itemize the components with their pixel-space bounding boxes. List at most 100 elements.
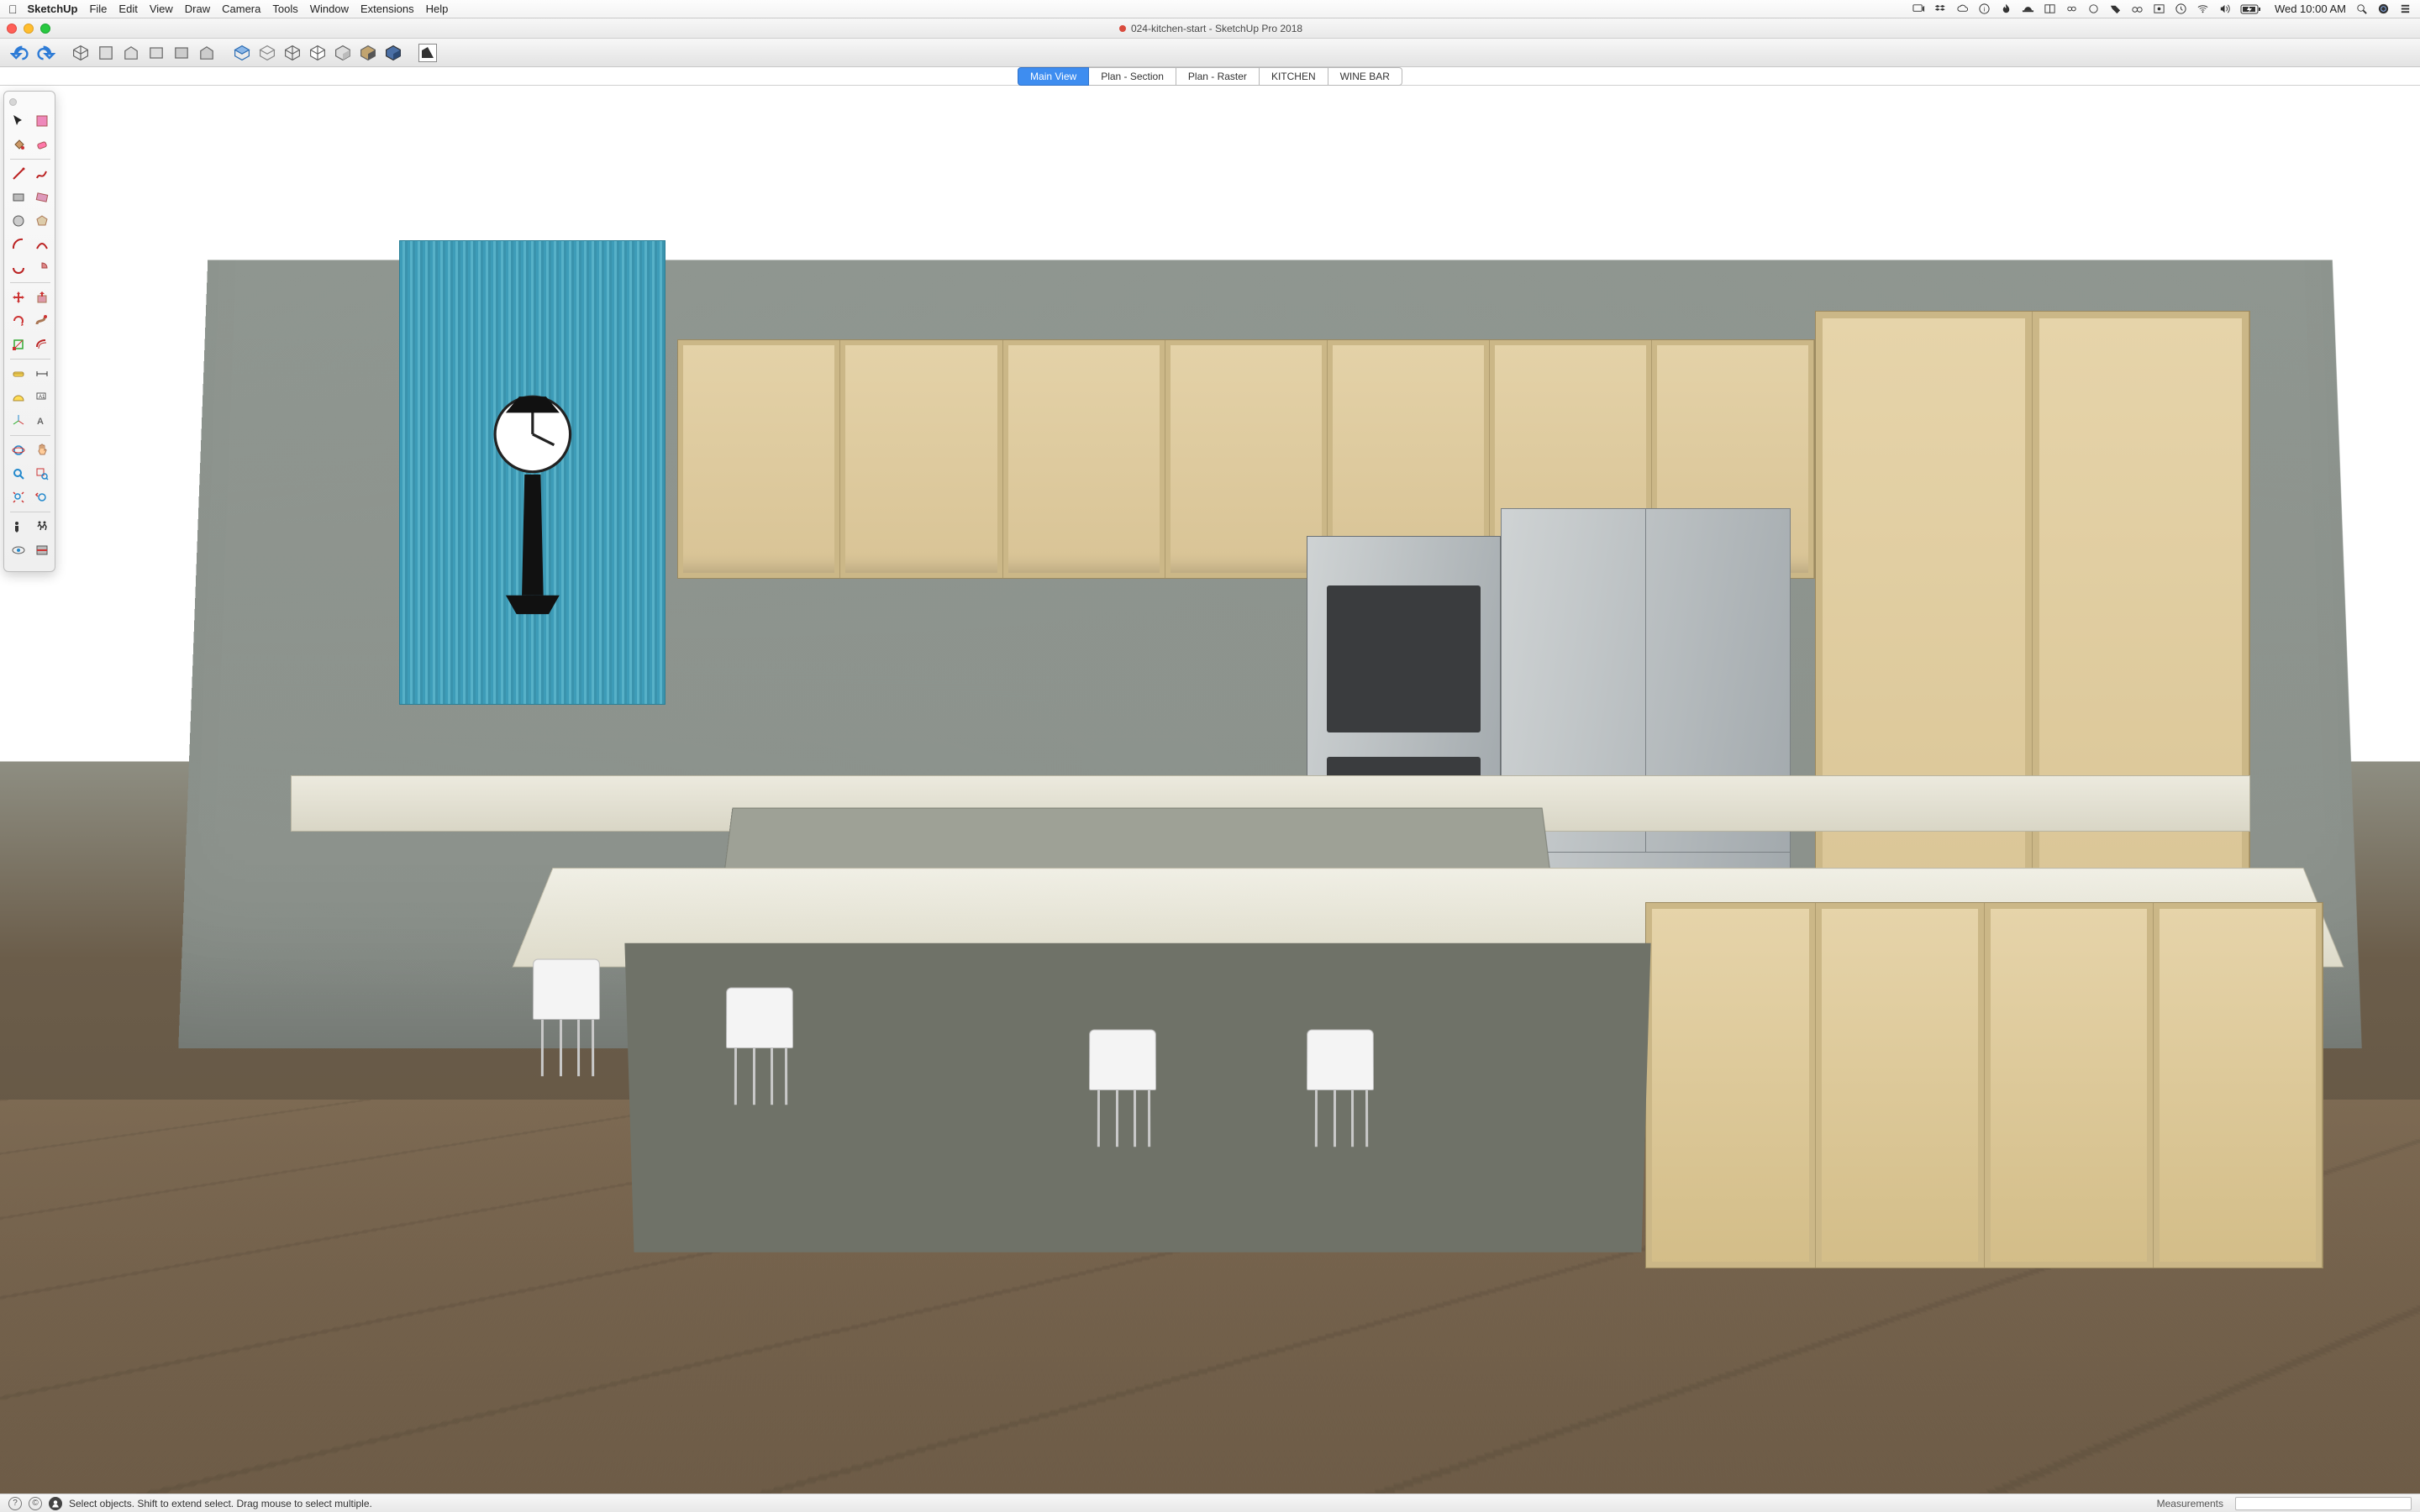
menu-tools[interactable]: Tools <box>272 3 297 15</box>
menu-draw[interactable]: Draw <box>185 3 210 15</box>
palette-close-icon[interactable] <box>9 98 17 106</box>
scene-tab-wine-bar[interactable]: WINE BAR <box>1328 67 1402 86</box>
spotlight-icon[interactable] <box>2355 3 2368 15</box>
wireframe-style-button[interactable] <box>282 43 302 63</box>
shaded-style-button[interactable] <box>333 43 353 63</box>
window-icon[interactable] <box>2044 3 2056 15</box>
wifi-icon[interactable] <box>2196 3 2209 15</box>
model-viewport[interactable] <box>0 86 2420 1494</box>
circle-icon[interactable] <box>2087 3 2100 15</box>
make-component-tool[interactable] <box>31 110 53 132</box>
3d-text-tool[interactable]: A <box>31 410 53 432</box>
section-plane-tool[interactable] <box>31 539 53 561</box>
close-window-button[interactable] <box>7 24 17 34</box>
undo-button[interactable] <box>10 43 30 63</box>
minimize-window-button[interactable] <box>24 24 34 34</box>
menubar-clock[interactable]: Wed 10:00 AM <box>2275 3 2346 15</box>
polygon-tool[interactable] <box>31 210 53 232</box>
left-view-button[interactable] <box>197 43 217 63</box>
redo-button[interactable] <box>35 43 55 63</box>
hat-icon[interactable] <box>2022 3 2034 15</box>
geo-location-button[interactable]: ? <box>8 1497 22 1510</box>
three-point-arc-tool[interactable] <box>8 257 29 279</box>
blue-tile-column <box>399 240 666 705</box>
two-point-arc-tool[interactable] <box>31 234 53 255</box>
menu-file[interactable]: File <box>89 3 107 15</box>
dropbox-icon[interactable] <box>1934 3 1947 15</box>
sign-in-button[interactable] <box>49 1497 62 1510</box>
measurements-input[interactable] <box>2235 1497 2412 1510</box>
record-icon[interactable] <box>2153 3 2165 15</box>
flame-icon[interactable] <box>2000 3 2012 15</box>
position-camera-tool[interactable] <box>8 516 29 538</box>
iso-view-button[interactable] <box>71 43 91 63</box>
circle-tool[interactable] <box>8 210 29 232</box>
menu-help[interactable]: Help <box>426 3 449 15</box>
face-style-indicator[interactable] <box>418 44 437 62</box>
protractor-tool[interactable] <box>8 386 29 408</box>
siri-icon[interactable] <box>2377 3 2390 15</box>
look-around-tool[interactable] <box>8 539 29 561</box>
macos-menubar:  SketchUp File Edit View Draw Camera To… <box>0 0 2420 18</box>
scene-tab-plan-section[interactable]: Plan - Section <box>1089 67 1176 86</box>
scene-tab-main-view[interactable]: Main View <box>1018 67 1089 86</box>
battery-icon[interactable] <box>2240 3 2262 15</box>
right-view-button[interactable] <box>146 43 166 63</box>
push-pull-tool[interactable] <box>31 286 53 308</box>
line-tool[interactable] <box>8 163 29 185</box>
rectangle-tool[interactable] <box>8 186 29 208</box>
menu-view[interactable]: View <box>150 3 173 15</box>
zoom-extents-tool[interactable] <box>8 486 29 508</box>
front-view-button[interactable] <box>121 43 141 63</box>
select-tool[interactable] <box>8 110 29 132</box>
app-menu[interactable]: SketchUp <box>28 3 78 15</box>
back-edges-button[interactable] <box>257 43 277 63</box>
menu-window[interactable]: Window <box>310 3 349 15</box>
zoom-tool[interactable] <box>8 463 29 485</box>
offset-tool[interactable] <box>31 333 53 355</box>
menu-edit[interactable]: Edit <box>118 3 137 15</box>
orbit-tool[interactable] <box>8 439 29 461</box>
rotate-tool[interactable] <box>8 310 29 332</box>
arc-tool[interactable] <box>8 234 29 255</box>
paint-bucket-tool[interactable] <box>8 134 29 155</box>
rotated-rectangle-tool[interactable] <box>31 186 53 208</box>
top-view-button[interactable] <box>96 43 116 63</box>
tape-measure-tool[interactable] <box>8 363 29 385</box>
scale-tool[interactable] <box>8 333 29 355</box>
text-tool[interactable]: A1 <box>31 386 53 408</box>
menu-camera[interactable]: Camera <box>222 3 260 15</box>
menu-extensions[interactable]: Extensions <box>360 3 414 15</box>
cloud-icon[interactable] <box>1956 3 1969 15</box>
eraser-tool[interactable] <box>31 134 53 155</box>
time-machine-icon[interactable] <box>2175 3 2187 15</box>
zoom-window-button[interactable] <box>40 24 50 34</box>
scene-tab-plan-raster[interactable]: Plan - Raster <box>1176 67 1260 86</box>
volume-icon[interactable] <box>2218 3 2231 15</box>
monochrome-style-button[interactable] <box>383 43 403 63</box>
pie-tool[interactable] <box>31 257 53 279</box>
pan-tool[interactable] <box>31 439 53 461</box>
glasses-icon[interactable] <box>2131 3 2144 15</box>
apple-menu-icon[interactable]:  <box>8 3 18 16</box>
credits-button[interactable]: © <box>29 1497 42 1510</box>
tag-icon[interactable] <box>2109 3 2122 15</box>
back-view-button[interactable] <box>171 43 192 63</box>
axes-tool[interactable] <box>8 410 29 432</box>
zoom-window-tool[interactable] <box>31 463 53 485</box>
dimension-tool[interactable] <box>31 363 53 385</box>
screencast-icon[interactable] <box>1912 3 1925 15</box>
freehand-tool[interactable] <box>31 163 53 185</box>
infinity-icon[interactable] <box>2065 3 2078 15</box>
follow-me-tool[interactable] <box>31 310 53 332</box>
walk-tool[interactable] <box>31 516 53 538</box>
tool-palette[interactable]: A1A <box>3 91 55 572</box>
previous-view-tool[interactable] <box>31 486 53 508</box>
shaded-textures-style-button[interactable] <box>358 43 378 63</box>
xray-style-button[interactable] <box>232 43 252 63</box>
scene-tab-kitchen[interactable]: KITCHEN <box>1260 67 1328 86</box>
move-tool[interactable] <box>8 286 29 308</box>
notification-center-icon[interactable] <box>2399 3 2412 15</box>
hidden-line-style-button[interactable] <box>308 43 328 63</box>
circled-i-icon[interactable]: i <box>1978 3 1991 15</box>
